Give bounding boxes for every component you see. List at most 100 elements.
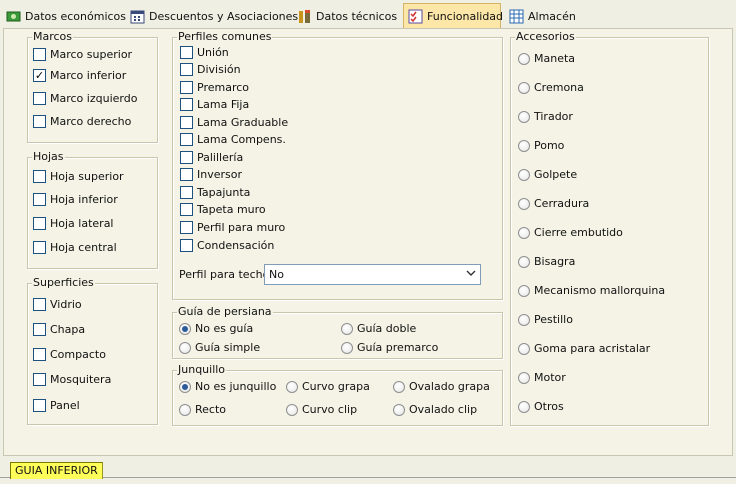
checkbox-lama-compens[interactable]: Lama Compens.: [180, 133, 286, 146]
checkbox[interactable]: [33, 48, 46, 61]
radio[interactable]: [518, 197, 530, 210]
radio-ovalado-grapa[interactable]: Ovalado grapa: [393, 380, 490, 393]
checkbox[interactable]: [180, 46, 193, 59]
checkbox[interactable]: [180, 133, 193, 146]
checkbox[interactable]: [33, 298, 46, 311]
checkbox-chapa[interactable]: Chapa: [33, 323, 85, 336]
radio-maneta[interactable]: Maneta: [518, 52, 575, 65]
checkbox-inversor[interactable]: Inversor: [180, 168, 242, 181]
radio[interactable]: [518, 81, 530, 94]
radio-no-es-junquillo[interactable]: No es junquillo: [179, 380, 276, 393]
checkbox[interactable]: [180, 203, 193, 216]
radio-mecanismo-mallorquina[interactable]: Mecanismo mallorquina: [518, 284, 665, 297]
checkbox-compacto[interactable]: Compacto: [33, 348, 106, 361]
radio-cerradura[interactable]: Cerradura: [518, 197, 589, 210]
radio-pomo[interactable]: Pomo: [518, 139, 564, 152]
radio[interactable]: [286, 380, 298, 393]
checkbox[interactable]: [180, 186, 193, 199]
checkbox-hoja-central[interactable]: Hoja central: [33, 241, 117, 254]
checkbox[interactable]: [180, 116, 193, 129]
checkbox-marco-izquierdo[interactable]: Marco izquierdo: [33, 92, 137, 105]
checkbox-mosquitera[interactable]: Mosquitera: [33, 373, 111, 386]
radio[interactable]: [179, 403, 191, 416]
tab-datos-tecnicos[interactable]: Datos técnicos: [293, 4, 401, 28]
radio[interactable]: [179, 341, 191, 354]
checkbox[interactable]: [33, 373, 46, 386]
radio-recto[interactable]: Recto: [179, 403, 226, 416]
radio-golpete[interactable]: Golpete: [518, 168, 577, 181]
checkbox[interactable]: [33, 323, 46, 336]
tab-descuentos[interactable]: Descuentos y Asociaciones: [126, 4, 302, 28]
checkbox-marco-inferior[interactable]: ✓ Marco inferior: [33, 69, 126, 82]
radio-tirador[interactable]: Tirador: [518, 110, 573, 123]
checkbox-hoja-lateral[interactable]: Hoja lateral: [33, 217, 114, 230]
radio-otros[interactable]: Otros: [518, 400, 564, 413]
radio[interactable]: [341, 341, 353, 354]
checkbox-marco-derecho[interactable]: Marco derecho: [33, 115, 131, 128]
tab-funcionalidad[interactable]: Funcionalidad: [403, 3, 503, 29]
radio[interactable]: [286, 403, 298, 416]
radio-selected[interactable]: [179, 380, 191, 393]
checkbox[interactable]: [33, 241, 46, 254]
checkbox[interactable]: [33, 115, 46, 128]
tab-datos-economicos[interactable]: Datos económicos: [2, 4, 130, 28]
checkbox[interactable]: [180, 239, 193, 252]
checkbox[interactable]: [180, 221, 193, 234]
checkbox-union[interactable]: Unión: [180, 46, 229, 59]
checkbox-hoja-inferior[interactable]: Hoja inferior: [33, 193, 118, 206]
radio[interactable]: [518, 168, 530, 181]
tab-almacen[interactable]: Almacén: [505, 4, 580, 28]
radio-cierre-embutido[interactable]: Cierre embutido: [518, 226, 623, 239]
radio[interactable]: [341, 322, 353, 335]
checkbox-checked[interactable]: ✓: [33, 69, 46, 82]
checkbox-perfil-muro[interactable]: Perfil para muro: [180, 221, 285, 234]
radio-guia-premarco[interactable]: Guía premarco: [341, 341, 438, 354]
checkbox[interactable]: [180, 63, 193, 76]
radio-guia-doble[interactable]: Guía doble: [341, 322, 416, 335]
checkbox-tapeta-muro[interactable]: Tapeta muro: [180, 203, 266, 216]
radio-guia-simple[interactable]: Guía simple: [179, 341, 260, 354]
checkbox[interactable]: [33, 92, 46, 105]
chevron-down-icon[interactable]: [466, 268, 476, 281]
checkbox-tapajunta[interactable]: Tapajunta: [180, 186, 250, 199]
checkbox[interactable]: [33, 170, 46, 183]
radio-curvo-clip[interactable]: Curvo clip: [286, 403, 357, 416]
radio-bisagra[interactable]: Bisagra: [518, 255, 575, 268]
radio-goma-acristalar[interactable]: Goma para acristalar: [518, 342, 650, 355]
checkbox-hoja-superior[interactable]: Hoja superior: [33, 170, 124, 183]
radio[interactable]: [518, 110, 530, 123]
radio[interactable]: [518, 400, 530, 413]
checkbox-condensacion[interactable]: Condensación: [180, 239, 274, 252]
checkbox-lama-graduable[interactable]: Lama Graduable: [180, 116, 288, 129]
radio[interactable]: [518, 284, 530, 297]
checkbox-palilleria[interactable]: Palillería: [180, 151, 243, 164]
perfil-techo-select[interactable]: No: [264, 264, 481, 285]
radio-curvo-grapa[interactable]: Curvo grapa: [286, 380, 370, 393]
checkbox[interactable]: [180, 98, 193, 111]
checkbox[interactable]: [33, 348, 46, 361]
radio-ovalado-clip[interactable]: Ovalado clip: [393, 403, 477, 416]
radio-no-es-guia[interactable]: No es guía: [179, 322, 253, 335]
checkbox[interactable]: [33, 217, 46, 230]
radio-selected[interactable]: [179, 322, 191, 335]
checkbox[interactable]: [180, 168, 193, 181]
checkbox[interactable]: [180, 151, 193, 164]
checkbox-marco-superior[interactable]: Marco superior: [33, 48, 132, 61]
radio[interactable]: [518, 226, 530, 239]
checkbox-lama-fija[interactable]: Lama Fija: [180, 98, 249, 111]
checkbox-premarco[interactable]: Premarco: [180, 81, 249, 94]
radio[interactable]: [518, 52, 530, 65]
checkbox[interactable]: [33, 399, 46, 412]
checkbox[interactable]: [33, 193, 46, 206]
radio[interactable]: [518, 139, 530, 152]
checkbox-vidrio[interactable]: Vidrio: [33, 298, 82, 311]
radio-motor[interactable]: Motor: [518, 371, 566, 384]
tab-guia-inferior[interactable]: GUIA INFERIOR: [10, 462, 103, 479]
checkbox-panel[interactable]: Panel: [33, 399, 80, 412]
radio[interactable]: [518, 313, 530, 326]
radio-pestillo[interactable]: Pestillo: [518, 313, 573, 326]
radio[interactable]: [393, 380, 405, 393]
checkbox[interactable]: [180, 81, 193, 94]
checkbox-division[interactable]: División: [180, 63, 241, 76]
radio[interactable]: [393, 403, 405, 416]
